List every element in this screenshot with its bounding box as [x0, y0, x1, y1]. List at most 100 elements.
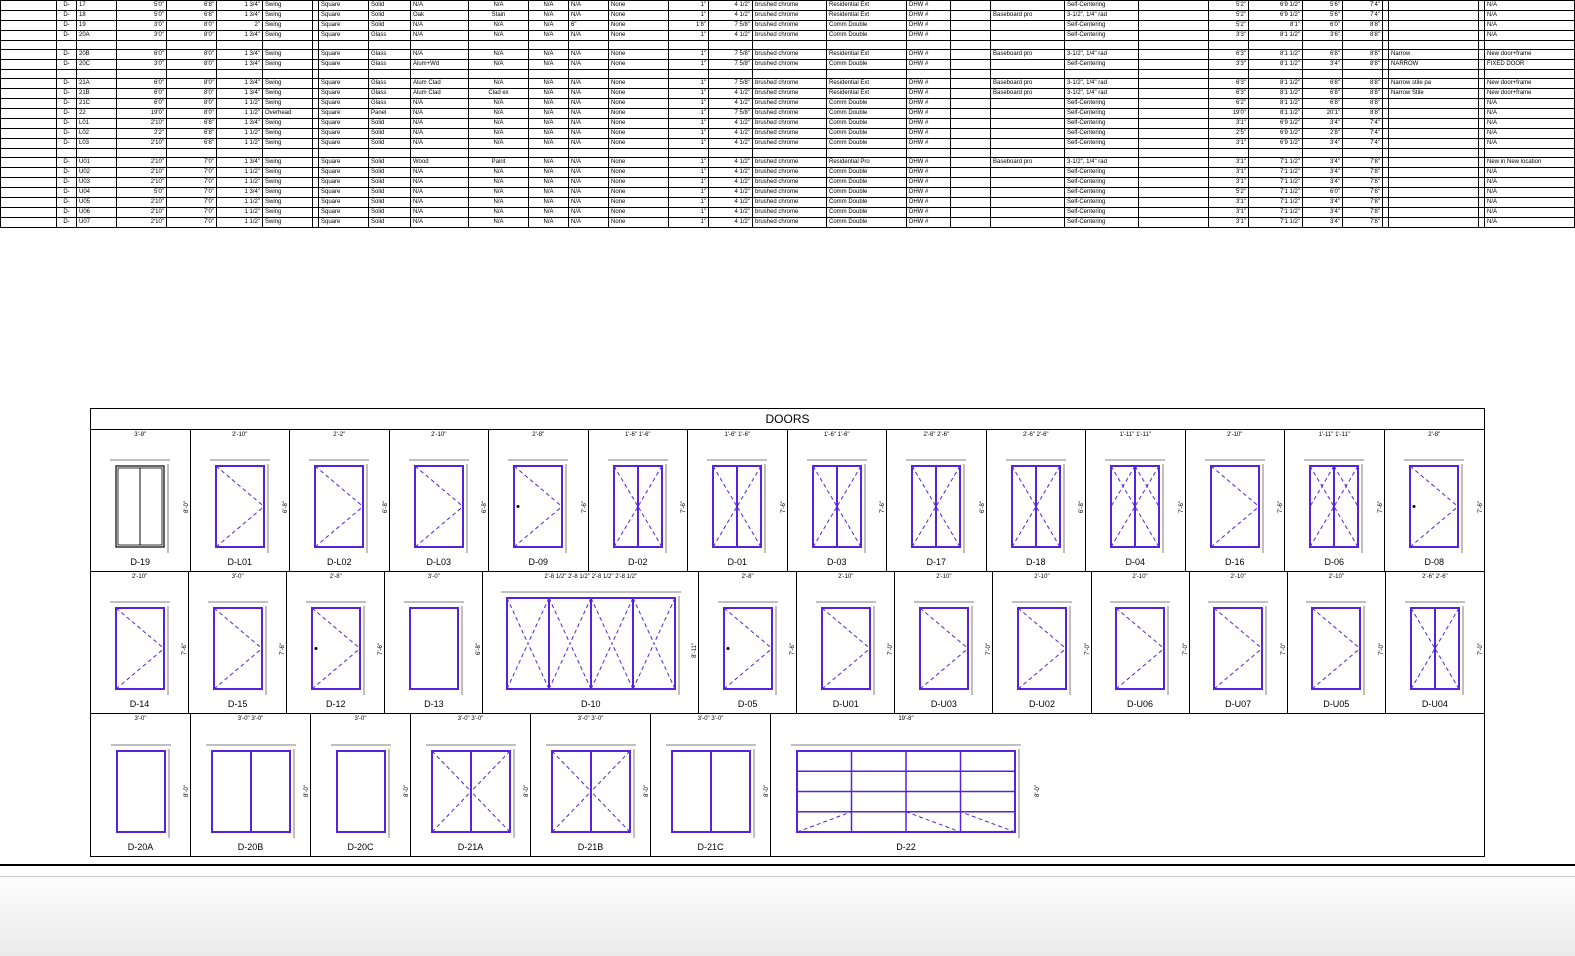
- door-height-dim: 7'-6": [1278, 501, 1284, 513]
- doors-section-title: DOORS: [91, 409, 1484, 430]
- door-width-dim: 2'-10": [1092, 574, 1189, 580]
- door-width-dim: 2'-6" 2'-6": [987, 432, 1086, 438]
- door-tag: D-U07: [1225, 699, 1251, 709]
- door-elevation-D-21C: 3'-0" 3'-0"8'-0"D-21C: [651, 714, 771, 856]
- door-glyph: [1404, 458, 1464, 553]
- table-row: D-U012'10"7'0"1 3/4"SwingSquareSolidWood…: [1, 158, 1575, 168]
- door-elevation-D-06: 1'-11" 1'-11"7'-6"D-06: [1285, 430, 1385, 572]
- door-height-dim: 7'-6": [182, 643, 188, 655]
- door-width-dim: 2'-10": [797, 574, 894, 580]
- door-elevation-D-09: 2'-8"7'-6"D-09: [489, 430, 589, 572]
- door-width-dim: 1'-11" 1'-11": [1086, 432, 1185, 438]
- door-tag: D-U03: [931, 699, 957, 709]
- door-elevation-D-21B: 3'-0" 3'-0"8'-0"D-21B: [531, 714, 651, 856]
- door-height-dim: 7'-6": [582, 501, 588, 513]
- table-row: D-20C3'0"8'0"1 3/4"SwingSquareGlassAlum+…: [1, 60, 1575, 70]
- door-glyph: [807, 458, 867, 553]
- door-height-dim: 8'-0": [304, 785, 310, 797]
- door-tag: D-13: [424, 699, 444, 709]
- table-row: D-U032'10"7'0"1 1/2"SwingSquareSolidN/AN…: [1, 178, 1575, 188]
- door-tag: D-U01: [833, 699, 859, 709]
- door-width-dim: 1'-6" 1'-6": [688, 432, 787, 438]
- door-tag: D-U05: [1323, 699, 1349, 709]
- door-glyph: [111, 743, 171, 838]
- door-width-dim: 3'-0": [91, 716, 190, 722]
- door-glyph: [1208, 600, 1268, 695]
- door-height-dim: 8'-0": [644, 785, 650, 797]
- door-width-dim: 19'-8": [771, 716, 1041, 722]
- door-height-dim: 6'-8": [476, 643, 482, 655]
- door-glyph: [501, 590, 681, 695]
- door-width-dim: 2'-10": [191, 432, 290, 438]
- door-width-dim: 2'-10": [1190, 574, 1287, 580]
- table-row: D-2219'0"8'0"1 1/2"OverheadSquarePanelN/…: [1, 109, 1575, 119]
- door-glyph: [1110, 600, 1170, 695]
- door-elevation-D-L02: 2'-2"6'-8"D-L02: [290, 430, 390, 572]
- door-elevation-D-U07: 2'-10" 7'-0" D-U07: [1190, 572, 1288, 714]
- door-width-dim: 2'-10": [895, 574, 992, 580]
- door-glyph: [1105, 458, 1165, 553]
- door-width-dim: 2'-10": [1186, 432, 1285, 438]
- door-height-dim: 8'-0": [524, 785, 530, 797]
- door-tag: D-01: [727, 557, 747, 567]
- door-elevation-D-18: 2'-6" 2'-6"6'-8"D-18: [987, 430, 1087, 572]
- door-height-dim: 7'-6": [1378, 501, 1384, 513]
- door-elevation-D-03: 1'-6" 1'-6"7'-6"D-03: [788, 430, 888, 572]
- door-glyph: [1006, 458, 1066, 553]
- door-elevation-D-12: 2'-8"7'-6"D-12: [287, 572, 385, 714]
- door-width-dim: 2'-8 1/2" 2'-8 1/2" 2'-8 1/2" 2'-8 1/2": [483, 574, 698, 580]
- door-elevation-D-10: 2'-8 1/2" 2'-8 1/2" 2'-8 1/2" 2'-8 1/2"8…: [483, 572, 699, 714]
- door-width-dim: 3'-0" 3'-0": [191, 716, 310, 722]
- door-elevation-D-13: 3'-0"6'-8"D-13: [385, 572, 483, 714]
- door-elevation-D-20A: 3'-0"8'-0"D-20A: [91, 714, 191, 856]
- door-glyph: [306, 600, 366, 695]
- table-row: D-U052'10"7'0"1 1/2"SwingSquareSolidN/AN…: [1, 198, 1575, 208]
- door-elevation-D-08: 2'-8"7'-6"D-08: [1385, 430, 1485, 572]
- door-tag: D-16: [1225, 557, 1245, 567]
- door-elevation-D-20B: 3'-0" 3'-0"8'-0"D-20B: [191, 714, 311, 856]
- door-elevation-D-01: 1'-6" 1'-6"7'-6"D-01: [688, 430, 788, 572]
- door-glyph: [426, 743, 516, 838]
- door-glyph: [914, 600, 974, 695]
- door-height-dim: 7'-0": [888, 643, 894, 655]
- door-elevation-D-U01: 2'-10" 7'-0" D-U01: [797, 572, 895, 714]
- door-glyph: [1405, 600, 1465, 695]
- door-tag: D-10: [581, 699, 601, 709]
- door-height-dim: 7'-6": [1478, 501, 1484, 513]
- door-tag: D-14: [130, 699, 150, 709]
- door-width-dim: 2'-2": [290, 432, 389, 438]
- table-row: D-L022'2"6'8"1 1/2"SwingSquareSolidN/AN/…: [1, 129, 1575, 139]
- table-row: D-U072'10"7'0"1 1/2"SwingSquareSolidN/AN…: [1, 218, 1575, 228]
- door-tag: D-06: [1324, 557, 1344, 567]
- door-glyph: [608, 458, 668, 553]
- door-height-dim: 7'-0": [1281, 643, 1287, 655]
- door-elevation-D-U05: 2'-10"7'-0"D-U05: [1288, 572, 1386, 714]
- door-tag: D-02: [628, 557, 648, 567]
- door-elevation-D-19: 3'-8"8'-0"D-19: [91, 430, 191, 572]
- door-elevation-D-04: 1'-11" 1'-11"7'-6"D-04: [1086, 430, 1186, 572]
- door-width-dim: 3'-8": [91, 432, 190, 438]
- door-tag: D-U04: [1422, 699, 1448, 709]
- door-elevation-D-02: 1'-6" 1'-6"7'-6"D-02: [589, 430, 689, 572]
- door-elevation-D-U02: 2'-10"7'-0"D-U02: [993, 572, 1091, 714]
- table-row: D-L032'10"6'8"1 1/2"SwingSquareSolidN/AN…: [1, 139, 1575, 149]
- table-row: D-20A3'0"8'0"1 3/4"SwingSquareGlassN/AN/…: [1, 31, 1575, 41]
- door-glyph: [1012, 600, 1072, 695]
- door-row-3: 3'-0"8'-0"D-20A3'-0" 3'-0"8'-0"D-20B3'-0…: [91, 714, 1484, 856]
- door-height-dim: 7'-0": [1379, 643, 1385, 655]
- door-elevation-D-L03: 2'-10"6'-8"D-L03: [390, 430, 490, 572]
- table-row: D-U045'0"7'0"1 3/4"SwingSquareSolidN/AN/…: [1, 188, 1575, 198]
- door-tag: D-04: [1125, 557, 1145, 567]
- door-width-dim: 3'-0" 3'-0": [531, 716, 650, 722]
- door-glyph: [666, 743, 756, 838]
- door-height-dim: 7'-0": [1183, 643, 1189, 655]
- door-tag: D-U06: [1127, 699, 1153, 709]
- door-height-dim: 7'-0": [1478, 643, 1484, 655]
- door-glyph: [707, 458, 767, 553]
- door-width-dim: 2'-8": [699, 574, 796, 580]
- door-elevation-D-21A: 3'-0" 3'-0"8'-0"D-21A: [411, 714, 531, 856]
- table-row: D-20B6'0"8'0"1 3/4"SwingSquareGlassN/AN/…: [1, 50, 1575, 60]
- sheet-cut-line: [0, 864, 1575, 866]
- door-height-dim: 7'-6": [378, 643, 384, 655]
- door-glyph: [1304, 458, 1364, 553]
